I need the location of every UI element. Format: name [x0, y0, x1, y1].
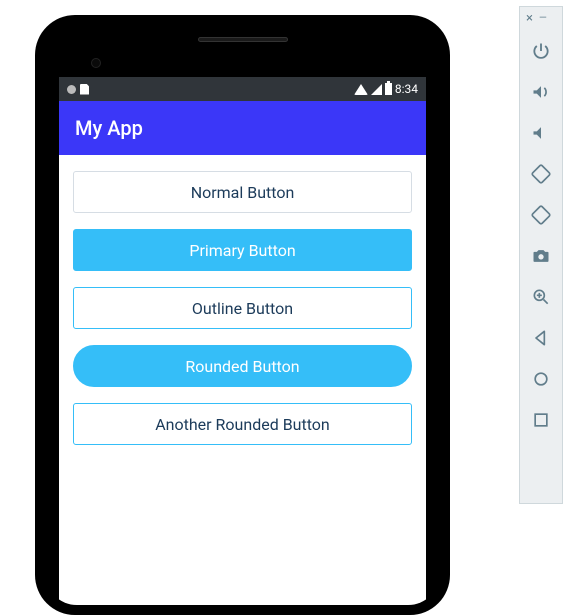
sd-card-icon	[80, 84, 89, 95]
wifi-icon	[354, 84, 368, 95]
notification-dot-icon	[67, 85, 76, 94]
status-left	[67, 84, 89, 95]
clock-text: 8:34	[395, 82, 418, 96]
outline-button[interactable]: Outline Button	[73, 287, 412, 329]
zoom-icon[interactable]	[519, 276, 563, 317]
device-screen: 8:34 My App Normal Button Primary Button…	[59, 77, 426, 605]
minimize-icon[interactable]: —	[539, 11, 547, 26]
volume-down-icon[interactable]	[519, 112, 563, 153]
primary-button[interactable]: Primary Button	[73, 229, 412, 271]
back-icon[interactable]	[519, 317, 563, 358]
speaker-grille	[198, 37, 288, 42]
app-bar: My App	[59, 101, 426, 155]
content-area: Normal Button Primary Button Outline But…	[59, 155, 426, 461]
device-frame: 8:34 My App Normal Button Primary Button…	[35, 15, 450, 615]
status-right: 8:34	[354, 82, 418, 96]
device-inner: 8:34 My App Normal Button Primary Button…	[45, 25, 440, 605]
overview-icon[interactable]	[519, 399, 563, 440]
emulator-toolbar: × —	[519, 6, 563, 504]
power-icon[interactable]	[519, 30, 563, 71]
app-title: My App	[75, 116, 143, 140]
normal-button[interactable]: Normal Button	[73, 171, 412, 213]
home-icon[interactable]	[519, 358, 563, 399]
cellular-icon	[371, 84, 382, 95]
camera-icon[interactable]	[519, 235, 563, 276]
android-status-bar: 8:34	[59, 77, 426, 101]
another-rounded-button[interactable]: Another Rounded Button	[73, 403, 412, 445]
volume-up-icon[interactable]	[519, 71, 563, 112]
rotate-right-icon[interactable]	[519, 194, 563, 235]
battery-icon	[385, 83, 392, 95]
front-camera	[91, 58, 101, 68]
rounded-button[interactable]: Rounded Button	[73, 345, 412, 387]
close-icon[interactable]: ×	[526, 11, 533, 26]
rotate-left-icon[interactable]	[519, 153, 563, 194]
